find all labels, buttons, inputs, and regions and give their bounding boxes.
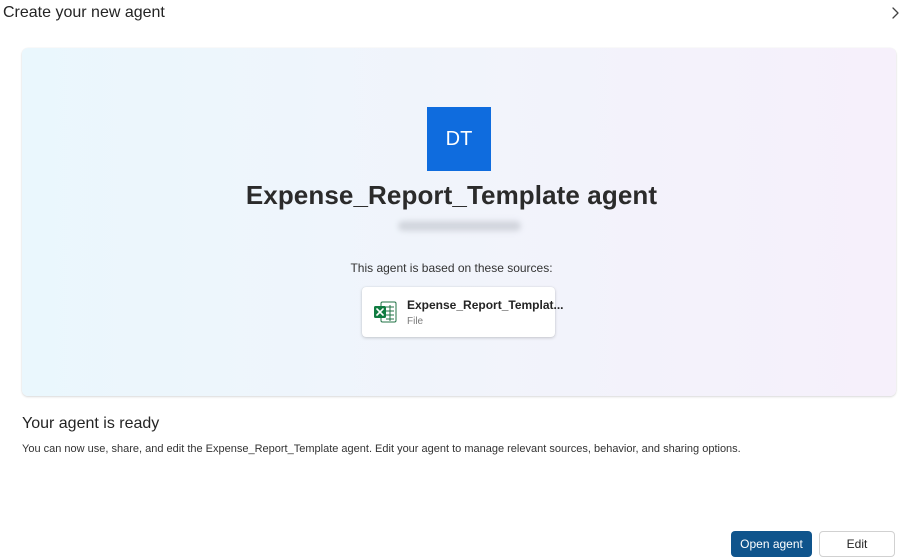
source-file-type: File (407, 316, 424, 327)
open-agent-button[interactable]: Open agent (731, 531, 812, 557)
excel-file-icon (373, 301, 397, 323)
chevron-right-icon[interactable] (889, 4, 903, 22)
edit-button[interactable]: Edit (819, 531, 895, 557)
redacted-author-line (398, 221, 521, 231)
agent-avatar: DT (427, 107, 491, 171)
ready-description: You can now use, share, and edit the Exp… (22, 443, 741, 455)
source-file-name: Expense_Report_Templat... (407, 298, 564, 312)
agent-name: Expense_Report_Template agent (245, 180, 658, 210)
ready-heading: Your agent is ready (22, 415, 160, 432)
sources-label: This agent is based on these sources: (350, 261, 553, 275)
source-file-card[interactable]: Expense_Report_Templat... File (362, 287, 564, 337)
page-title: Create your new agent (3, 4, 165, 21)
